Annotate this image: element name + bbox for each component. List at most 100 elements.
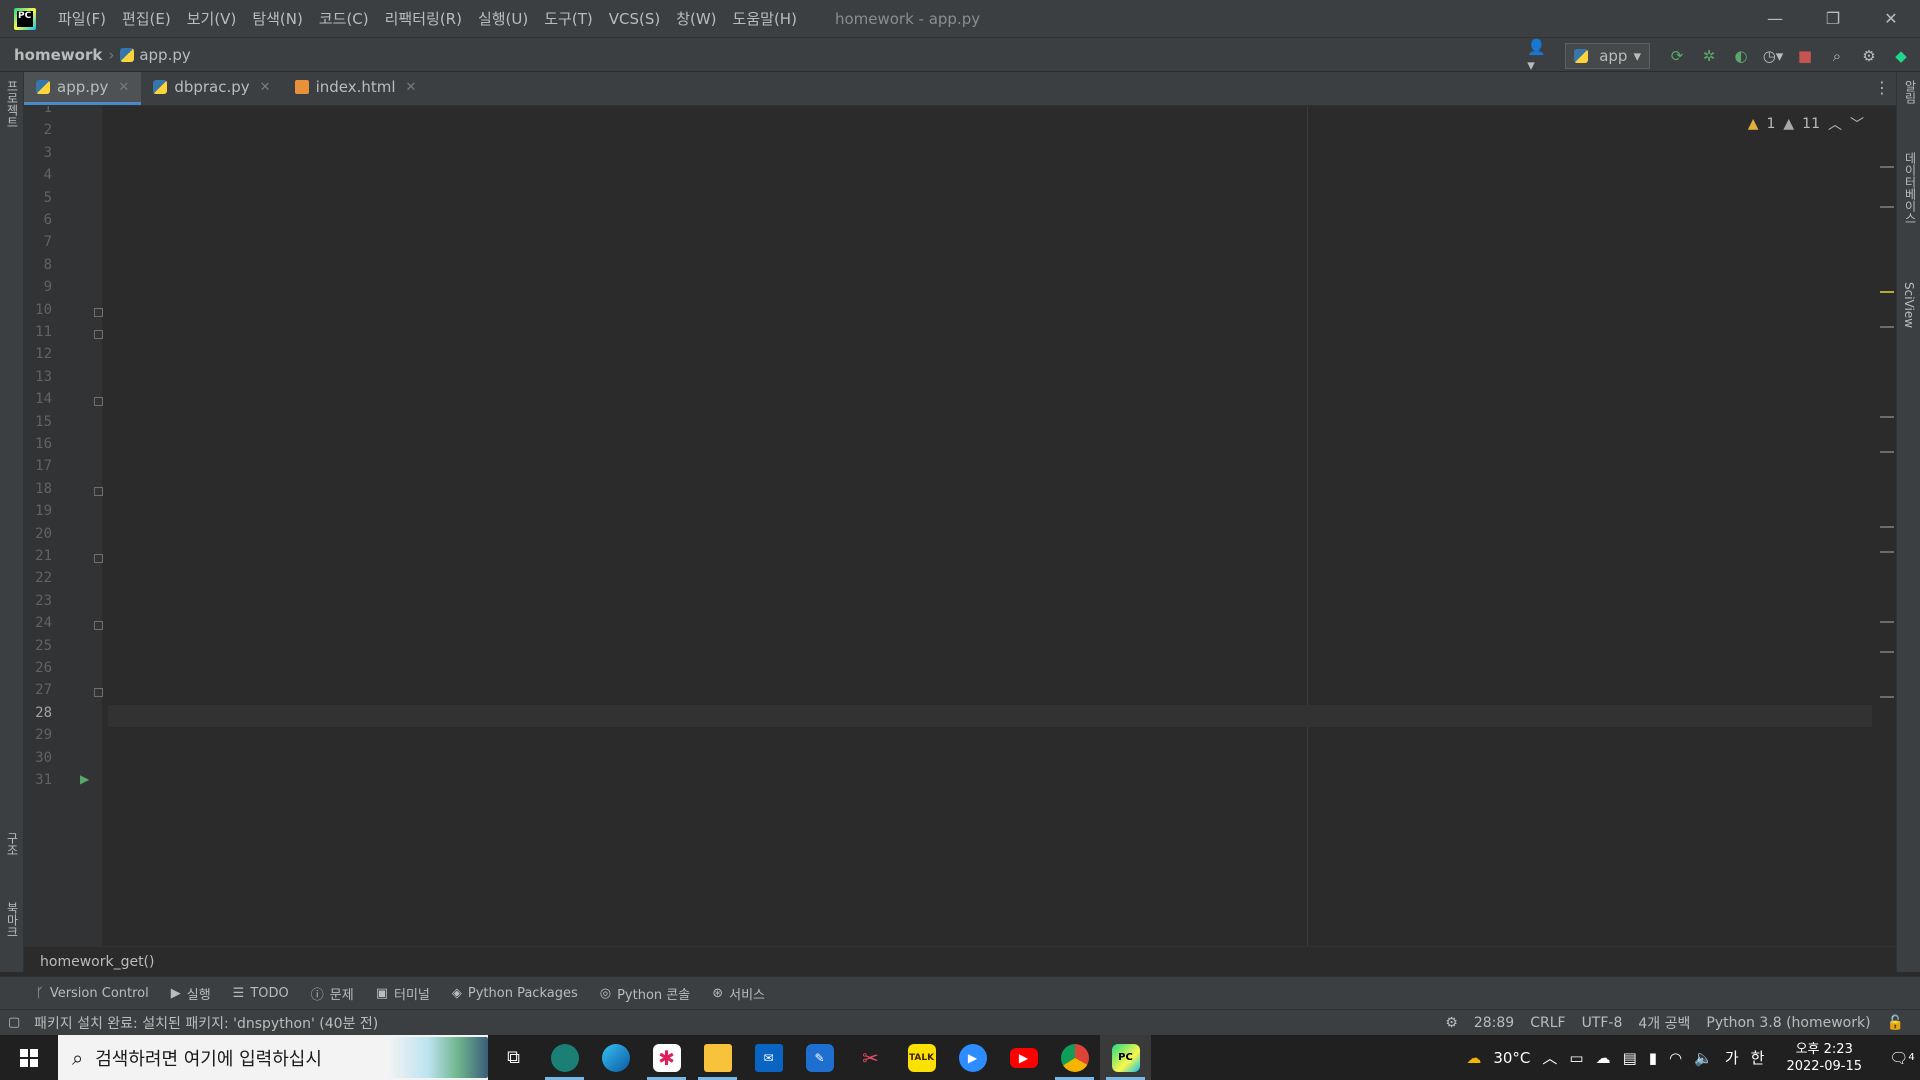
sciview-tool-button[interactable]: SciView <box>1902 282 1916 328</box>
toolwindow-services[interactable]: ⊛ 서비스 <box>712 984 765 1003</box>
python-interpreter[interactable]: Python 3.8 (homework) <box>1706 1015 1870 1031</box>
menu-refactor[interactable]: 리팩터링(R) <box>377 8 470 29</box>
tab-app-py[interactable]: app.py ✕ <box>24 72 142 105</box>
run-gutter-icon[interactable]: ▶ <box>80 772 89 786</box>
minimize-button[interactable]: — <box>1746 0 1804 37</box>
start-button[interactable] <box>0 1035 58 1080</box>
taskbar-app-edge[interactable] <box>590 1035 641 1080</box>
notifications-tool-button[interactable]: 알림 <box>1902 80 1919 104</box>
profile-icon[interactable]: ◷▾ <box>1762 45 1784 67</box>
status-message[interactable]: 패키지 설치 완료: 설치된 패키지: 'dnspython' (40분 전) <box>34 1013 378 1033</box>
toolwindow-problems[interactable]: ⓘ 문제 <box>311 984 354 1003</box>
chevron-down-icon[interactable]: ﹀ <box>1850 114 1864 134</box>
debug-icon[interactable]: ✲ <box>1698 45 1720 67</box>
display-icon[interactable]: ▤ <box>1623 1049 1637 1067</box>
toolwindow-run[interactable]: ▶ 실행 <box>171 984 211 1003</box>
fold-marker-icon[interactable] <box>94 554 103 563</box>
user-icon[interactable]: 👤▾ <box>1527 38 1549 74</box>
menu-help[interactable]: 도움말(H) <box>725 8 805 29</box>
stop-icon[interactable]: ■ <box>1794 45 1816 67</box>
weather-icon[interactable]: ☁ <box>1466 1049 1481 1067</box>
structure-tool-button[interactable]: 구조 <box>4 832 21 856</box>
coverage-icon[interactable]: ◐ <box>1730 45 1752 67</box>
menu-file[interactable]: 파일(F) <box>50 8 114 29</box>
taskbar-app-slack[interactable]: ✱ <box>641 1035 692 1080</box>
meet-now-icon[interactable]: ▭ <box>1569 1049 1583 1067</box>
taskbar-app-pycharm[interactable]: PC <box>1100 1035 1151 1080</box>
editor-breadcrumb[interactable]: homework_get() <box>24 946 1896 976</box>
caret-position[interactable]: 28:89 <box>1474 1015 1514 1031</box>
taskbar-search[interactable]: ⌕ 검색하려면 여기에 입력하십시 <box>58 1035 488 1080</box>
breadcrumb-project[interactable]: homework <box>14 46 102 64</box>
toolwindow-version-control[interactable]: ᚴ Version Control <box>36 986 149 1001</box>
taskbar-app-explorer[interactable] <box>692 1035 743 1080</box>
taskbar-app-kakaotalk[interactable]: TALK <box>896 1035 947 1080</box>
fold-marker-icon[interactable] <box>94 307 103 317</box>
taskbar-app-zoom[interactable]: ▶ <box>947 1035 998 1080</box>
chevron-up-icon[interactable]: ︿ <box>1828 114 1842 134</box>
gear-icon[interactable]: ⚙ <box>1858 45 1880 67</box>
rerun-icon[interactable]: ⟳ <box>1666 45 1688 67</box>
taskbar-app-whiteboard[interactable]: ✎ <box>794 1035 845 1080</box>
menu-view[interactable]: 보기(V) <box>179 8 245 29</box>
jetbrains-toolbox-icon[interactable]: ◆ <box>1890 45 1912 67</box>
code-editor[interactable]: 1 2 3 4 5 6 7 8 9 10 11 12 13 14 15 16 17 18 19 20 21 22 23 24 2… <box>24 106 1896 946</box>
menu-navigate[interactable]: 탐색(N) <box>244 8 311 29</box>
lock-icon[interactable]: 🔓 <box>1887 1015 1904 1031</box>
fold-marker-icon[interactable] <box>94 621 103 631</box>
fold-marker-icon[interactable] <box>94 397 103 407</box>
taskbar-app-edge-dev[interactable] <box>539 1035 590 1080</box>
ime-mode[interactable]: 가 <box>1725 1047 1739 1068</box>
database-tool-button[interactable]: 데이터베이스 <box>1902 152 1919 224</box>
line-separator[interactable]: CRLF <box>1530 1015 1565 1031</box>
fold-marker-icon[interactable] <box>94 330 103 339</box>
task-view-icon[interactable]: ⧉ <box>488 1035 539 1080</box>
status-window-icon[interactable]: ▢ <box>8 1015 20 1030</box>
battery-icon[interactable]: ▮ <box>1649 1049 1657 1067</box>
volume-icon[interactable]: 🔈 <box>1694 1049 1713 1067</box>
toolwindow-python-console[interactable]: ◎ Python 콘솔 <box>600 984 690 1003</box>
code-area[interactable] <box>108 106 1896 946</box>
taskbar-app-chrome[interactable] <box>1049 1035 1100 1080</box>
error-stripe[interactable] <box>1876 106 1896 946</box>
menu-code[interactable]: 코드(C) <box>311 8 377 29</box>
taskbar-app-mail[interactable]: ✉ <box>743 1035 794 1080</box>
tab-index-html[interactable]: index.html ✕ <box>283 72 429 105</box>
wifi-icon[interactable]: ◠ <box>1669 1049 1682 1067</box>
project-tool-button[interactable]: 프로젝트 <box>4 80 21 128</box>
onedrive-icon[interactable]: ☁ <box>1596 1049 1611 1067</box>
bookmarks-tool-button[interactable]: 북마크 <box>4 902 21 938</box>
toolwindow-todo[interactable]: ☰ TODO <box>233 986 289 1001</box>
python-file-icon <box>153 80 168 94</box>
toolwindow-python-packages[interactable]: ◈ Python Packages <box>452 986 578 1001</box>
chevron-up-icon[interactable]: ︿ <box>1542 1047 1557 1068</box>
sync-icon[interactable]: ⚙ <box>1445 1015 1458 1031</box>
inspection-widget[interactable]: ▲ 1 ▲ 11 ︿ ﹀ <box>1748 114 1864 134</box>
taskbar-app-youtube[interactable]: ▶ <box>998 1035 1049 1080</box>
menu-window[interactable]: 창(W) <box>668 8 724 29</box>
breadcrumb-file[interactable]: app.py <box>139 46 190 64</box>
taskbar-app-snip[interactable]: ✂ <box>845 1035 896 1080</box>
menu-edit[interactable]: 편집(E) <box>114 8 179 29</box>
notification-center-button[interactable]: 🗨 4 <box>1884 1035 1920 1080</box>
menu-tools[interactable]: 도구(T) <box>536 8 600 29</box>
restore-button[interactable]: ❐ <box>1804 0 1862 37</box>
file-encoding[interactable]: UTF-8 <box>1582 1015 1623 1031</box>
close-icon[interactable]: ✕ <box>260 80 271 95</box>
indent-setting[interactable]: 4개 공백 <box>1638 1013 1690 1033</box>
close-icon[interactable]: ✕ <box>118 80 129 95</box>
close-icon[interactable]: ✕ <box>406 80 417 95</box>
menu-vcs[interactable]: VCS(S) <box>601 10 668 28</box>
fold-marker-icon[interactable] <box>94 486 103 496</box>
weather-temp[interactable]: 30°C <box>1493 1049 1530 1067</box>
close-button[interactable]: ✕ <box>1862 0 1920 37</box>
ime-language[interactable]: 한 <box>1751 1047 1765 1068</box>
search-icon[interactable]: ⌕ <box>1826 45 1848 67</box>
run-configuration-select[interactable]: app ▾ <box>1565 42 1650 69</box>
tab-dbprac-py[interactable]: dbprac.py ✕ <box>141 72 282 105</box>
fold-marker-icon[interactable] <box>94 688 103 698</box>
toolwindow-terminal[interactable]: ▣ 터미널 <box>376 984 430 1003</box>
menu-run[interactable]: 실행(U) <box>470 8 536 29</box>
more-vertical-icon[interactable]: ⋮ <box>1874 78 1890 97</box>
system-clock[interactable]: 오후 2:23 2022-09-15 <box>1786 1041 1862 1075</box>
